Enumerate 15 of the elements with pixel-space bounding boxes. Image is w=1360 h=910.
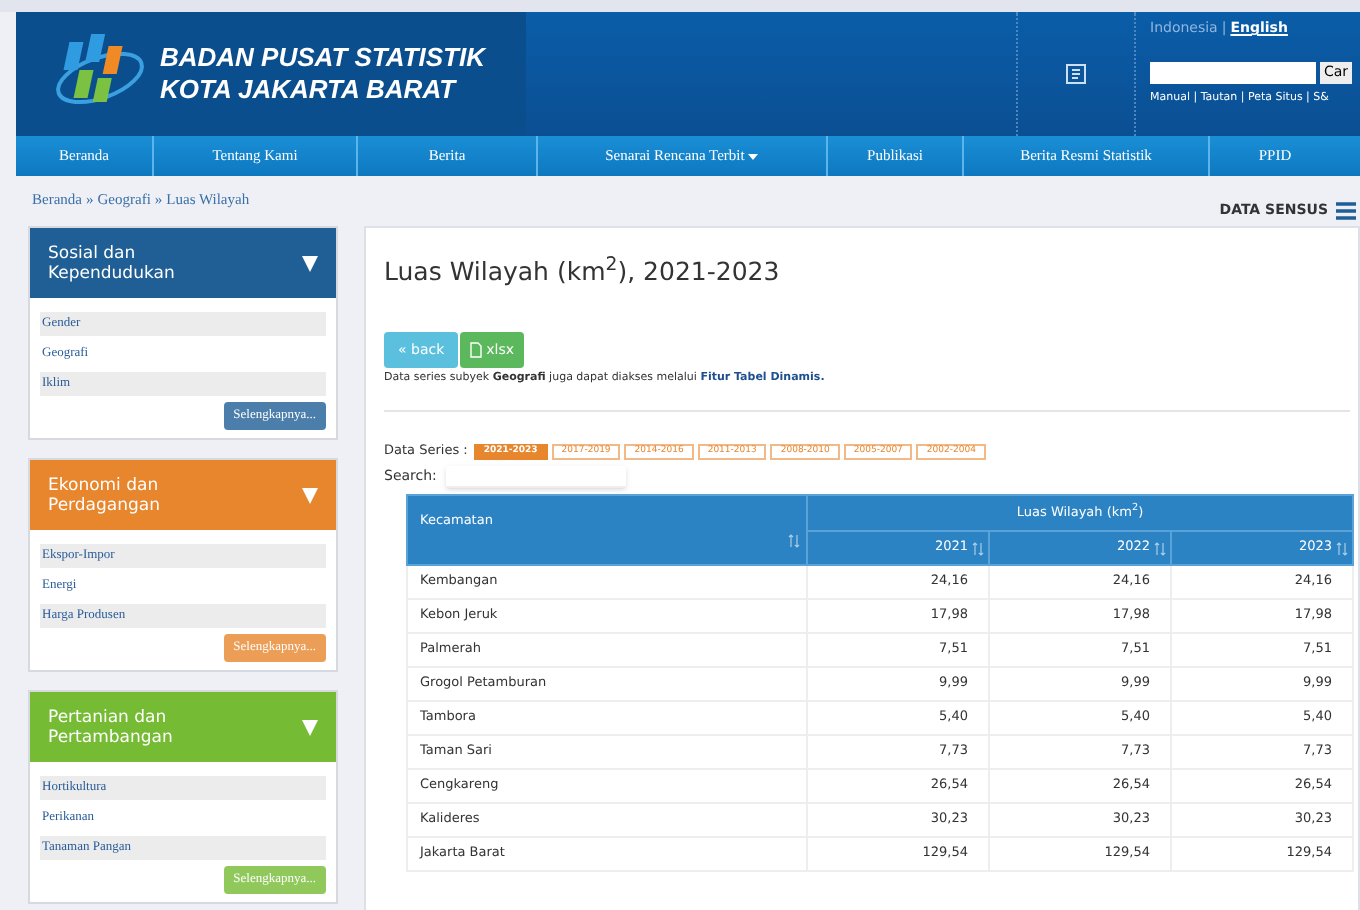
page-title: Luas Wilayah (km$^{2}$), 2021-2023 — [384, 256, 782, 288]
sort-icon — [1154, 541, 1166, 555]
agency-name: BADAN PUSAT STATISTIK — [160, 42, 485, 74]
category-header[interactable]: Pertanian dan Pertambangan — [30, 692, 336, 762]
sitemap-icon[interactable] — [1066, 64, 1086, 84]
search-field[interactable] — [1150, 61, 1316, 83]
category-header[interactable]: Ekonomi dan Perdagangan — [30, 460, 336, 530]
agency-region: KOTA JAKARTA BARAT — [160, 74, 459, 106]
dropdown-icon[interactable] — [302, 255, 318, 271]
sort-icon — [1336, 541, 1348, 555]
menu-icon[interactable] — [1336, 201, 1356, 219]
category-header[interactable]: Sosial dan Kependudukan — [30, 228, 336, 298]
file-icon — [470, 342, 483, 358]
sort-icon — [972, 541, 984, 555]
sort-icon — [788, 533, 800, 548]
